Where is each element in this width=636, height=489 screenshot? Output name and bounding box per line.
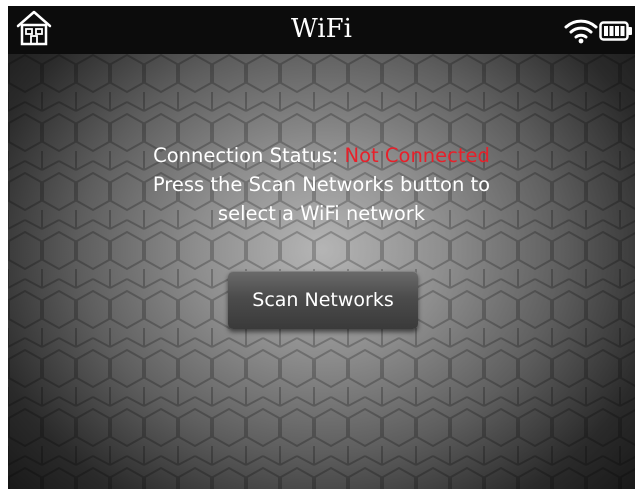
connection-status-value: Not Connected bbox=[344, 144, 490, 167]
top-bar: WiFi bbox=[8, 6, 635, 54]
wifi-signal-icon bbox=[564, 19, 598, 44]
scan-networks-button[interactable]: Scan Networks bbox=[228, 271, 418, 329]
main-content: Connection Status: Not Connected Press t… bbox=[8, 54, 635, 489]
connection-status-label: Connection Status: bbox=[153, 144, 339, 167]
instruction-line-1: Press the Scan Networks button to bbox=[152, 173, 491, 196]
page-title: WiFi bbox=[291, 14, 352, 44]
connection-status-line: Connection Status: Not Connected bbox=[8, 141, 635, 170]
connection-message: Connection Status: Not Connected Press t… bbox=[8, 141, 635, 228]
battery-full-icon bbox=[599, 21, 632, 41]
instruction-line-2: select a WiFi network bbox=[217, 202, 426, 225]
device-screen: WiFi Connection Status: Not Connected Pr… bbox=[8, 6, 635, 489]
